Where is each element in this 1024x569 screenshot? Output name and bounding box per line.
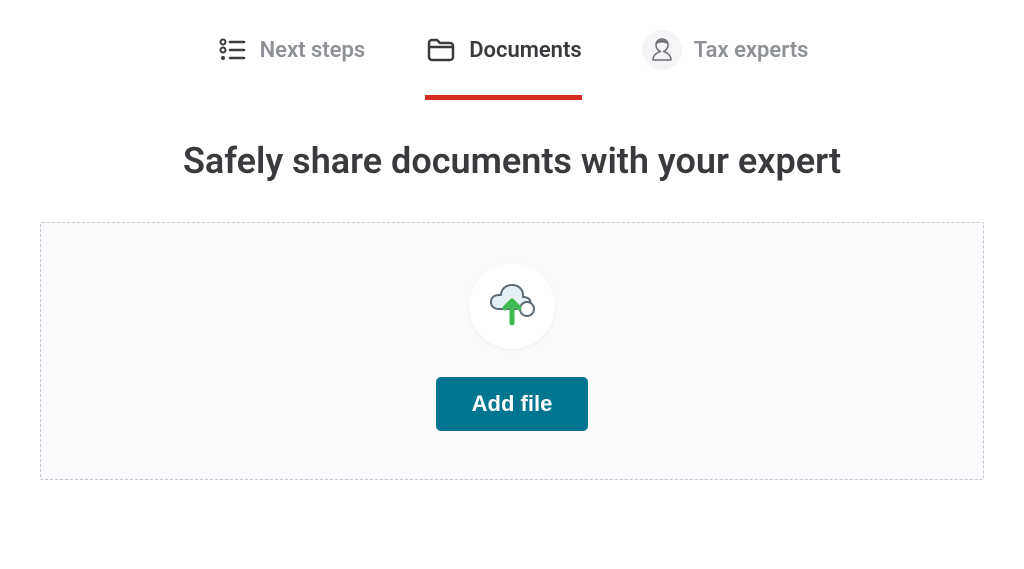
file-dropzone[interactable]: Add file [40,222,984,480]
tab-documents[interactable]: Documents [425,20,581,80]
tab-label: Tax experts [694,38,809,63]
checklist-icon [216,34,248,66]
folder-icon [425,34,457,66]
cloud-upload-icon [469,263,555,349]
tab-navigation: Next steps Documents Tax experts [40,20,984,80]
page-heading: Safely share documents with your expert [40,140,984,182]
tab-tax-experts[interactable]: Tax experts [642,20,809,80]
tab-next-steps[interactable]: Next steps [216,20,366,80]
add-file-button[interactable]: Add file [436,377,589,431]
tab-label: Next steps [260,38,366,63]
tab-label: Documents [469,38,581,63]
expert-avatar-icon [642,30,682,70]
